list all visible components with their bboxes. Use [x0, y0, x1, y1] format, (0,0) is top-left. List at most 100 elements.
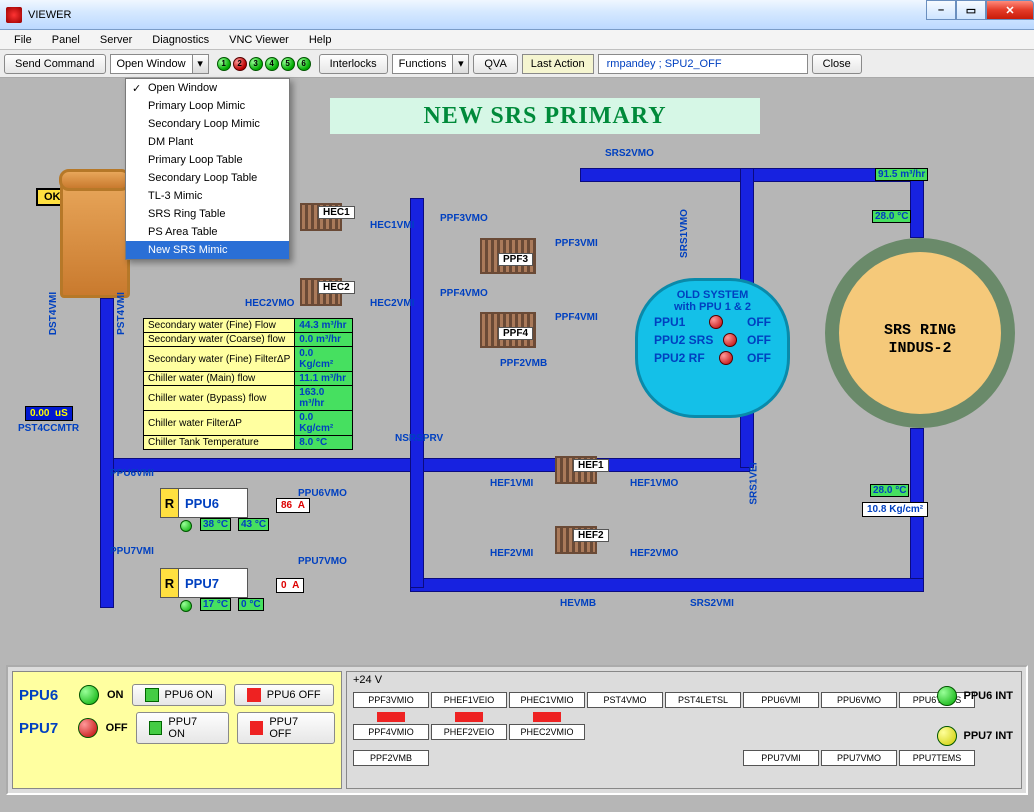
bottom-panel: PPU6 ON PPU6 ON PPU6 OFF PPU7 OFF PPU7 O…: [6, 665, 1028, 795]
dropdown-item[interactable]: Open Window: [126, 79, 289, 97]
menu-panel[interactable]: Panel: [42, 32, 90, 48]
ppf3vmi-label: PPF3VMI: [555, 238, 598, 249]
interlock-node: PPF3VMIO: [353, 692, 429, 708]
close-button[interactable]: Close: [812, 54, 862, 74]
old-system-panel: OLD SYSTEMwith PPU 1 & 2 PPU1OFF PPU2 SR…: [635, 278, 790, 418]
ppu6-pump: RPPU6: [160, 488, 248, 518]
interlock-node: PST4LETSL: [665, 692, 741, 708]
ppu6-int-lamp: [937, 686, 957, 706]
maximize-button[interactable]: ▭: [956, 0, 986, 20]
stop-icon: [250, 721, 264, 735]
functions-combo[interactable]: Functions ▾: [392, 54, 470, 74]
dropdown-item[interactable]: Primary Loop Mimic: [126, 97, 289, 115]
toolbar: Send Command Open Window ▾ 1 2 3 4 5 6 I…: [0, 50, 1034, 78]
pst4-cond-value: 0.00 uS: [25, 406, 73, 421]
hef1-label: HEF1: [573, 459, 609, 472]
qva-button[interactable]: QVA: [473, 54, 517, 74]
dropdown-item[interactable]: DM Plant: [126, 133, 289, 151]
dropdown-item-selected[interactable]: New SRS Mimic: [126, 241, 289, 259]
interlock-node: PHEC2VMIO: [509, 724, 585, 740]
hec2vmo-label: HEC2VMO: [245, 298, 294, 309]
ppu7-int-label: PPU7 INT: [963, 730, 1013, 742]
table-row: Secondary water (Coarse) flow0.0 m³/hr: [144, 333, 353, 347]
menu-server[interactable]: Server: [90, 32, 142, 48]
srs1vei-label: SRS1VEI: [749, 462, 760, 504]
ppu7-off-button[interactable]: PPU7 OFF: [237, 712, 335, 744]
pst4ccmtr-label: PST4CCMTR: [18, 423, 79, 434]
window-close-button[interactable]: ✕: [986, 0, 1034, 20]
interlock-row-mid: PPF4VMIO PHEF2VEIO PHEC2VMIO: [353, 712, 1015, 740]
switch-icon: [533, 712, 561, 722]
interlock-node: PHEF2VEIO: [431, 724, 507, 740]
srs1vmo-label: SRS1VMO: [679, 209, 690, 258]
ppu6-t2: 43 °C: [238, 518, 269, 531]
status-dot-2[interactable]: 2: [233, 57, 247, 71]
lamp-icon: [719, 351, 733, 365]
status-dot-1[interactable]: 1: [217, 57, 231, 71]
functions-combo-text: Functions: [393, 58, 453, 70]
chevron-down-icon: ▾: [452, 55, 468, 73]
menubar: File Panel Server Diagnostics VNC Viewer…: [0, 30, 1034, 50]
table-row: Chiller water (Main) flow11.1 m³/hr: [144, 372, 353, 386]
last-action-button[interactable]: Last Action: [522, 54, 594, 74]
status-dot-3[interactable]: 3: [249, 57, 263, 71]
interlock-row-bot: PPF2VMB PPU7VMI PPU7VMO PPU7TEMS: [353, 750, 1015, 766]
interlock-node: PPU6VMO: [821, 692, 897, 708]
ring-temp-value: 28.0 °C: [870, 484, 909, 497]
status-dot-5[interactable]: 5: [281, 57, 295, 71]
hef2-label: HEF2: [573, 529, 609, 542]
ppu7vmo-label: PPU7VMO: [298, 556, 347, 567]
hef1vmo-label: HEF1VMO: [630, 478, 678, 489]
dropdown-item[interactable]: PS Area Table: [126, 223, 289, 241]
ppu7vmi-label: PPU7VMI: [110, 546, 154, 557]
interlock-node: PPF2VMB: [353, 750, 429, 766]
switch-icon: [377, 712, 405, 722]
ppu6-label: PPU6: [19, 687, 71, 704]
check-icon: [149, 721, 163, 735]
open-window-combo[interactable]: Open Window ▾: [110, 54, 209, 74]
ppu7-t1: 17 °C: [200, 598, 231, 611]
stop-icon: [247, 688, 261, 702]
hef2vmo-label: HEF2VMO: [630, 548, 678, 559]
dropdown-item[interactable]: SRS Ring Table: [126, 205, 289, 223]
hec2vmi-label: HEC2VMI: [370, 298, 414, 309]
menu-help[interactable]: Help: [299, 32, 342, 48]
ppu7-t2: 0 °C: [238, 598, 264, 611]
open-window-dropdown: Open Window Primary Loop Mimic Secondary…: [125, 78, 290, 260]
minimize-button[interactable]: –: [926, 0, 956, 20]
menu-file[interactable]: File: [4, 32, 42, 48]
ppu6-run-lamp: [180, 520, 192, 532]
interlock-node: PPU7VMO: [821, 750, 897, 766]
interlocks-button[interactable]: Interlocks: [319, 54, 388, 74]
app-icon: [6, 7, 22, 23]
dropdown-item[interactable]: Secondary Loop Mimic: [126, 115, 289, 133]
status-dot-6[interactable]: 6: [297, 57, 311, 71]
dropdown-item[interactable]: TL-3 Mimic: [126, 187, 289, 205]
open-window-combo-text: Open Window: [111, 58, 192, 70]
status-dot-4[interactable]: 4: [265, 57, 279, 71]
dst4vmi-label: DST4VMI: [48, 292, 59, 335]
dropdown-item[interactable]: Secondary Loop Table: [126, 169, 289, 187]
ppf3-label: PPF3: [498, 253, 533, 266]
menu-diagnostics[interactable]: Diagnostics: [142, 32, 219, 48]
ppu6-on-button[interactable]: PPU6 ON: [132, 684, 226, 706]
ppu6-off-button[interactable]: PPU6 OFF: [234, 684, 334, 706]
nsrsprv-label: NSRSPRV: [395, 433, 443, 444]
ring-press-value: 10.8 Kg/cm²: [862, 502, 928, 517]
hef1vmi-label: HEF1VMI: [490, 478, 533, 489]
ppu7-int-lamp: [937, 726, 957, 746]
pst4vmi-label: PST4VMI: [116, 292, 127, 335]
interlock-node: PHEF1VEIO: [431, 692, 507, 708]
ppu7-on-button[interactable]: PPU7 ON: [136, 712, 229, 744]
lamp-icon: [709, 315, 723, 329]
interlock-node: PPU7VMI: [743, 750, 819, 766]
voltage-label: +24 V: [353, 674, 382, 686]
send-command-button[interactable]: Send Command: [4, 54, 106, 74]
menu-vncviewer[interactable]: VNC Viewer: [219, 32, 299, 48]
interlock-row-top: PPF3VMIO PHEF1VEIO PHEC1VMIO PST4VMO PST…: [353, 692, 1015, 708]
lamp-icon: [723, 333, 737, 347]
dropdown-item[interactable]: Primary Loop Table: [126, 151, 289, 169]
ppf2vmb-label: PPF2VMB: [500, 358, 547, 369]
pipe: [100, 298, 114, 608]
ppu6-state: ON: [107, 689, 124, 701]
